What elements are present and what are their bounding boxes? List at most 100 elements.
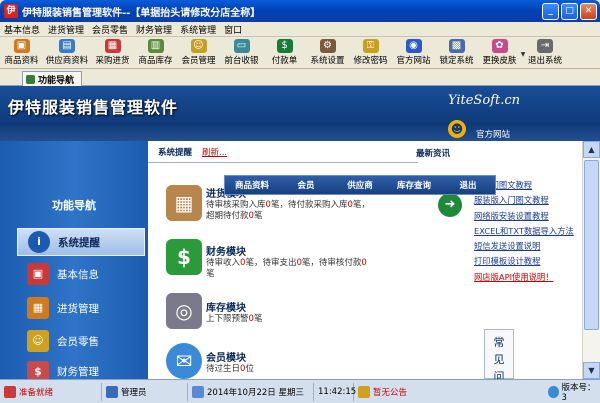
status-user: 管理员 — [102, 382, 188, 401]
toolbar-settings-button[interactable]: ⚙ 系统设置 — [306, 38, 349, 68]
box-icon: ▦ — [166, 185, 202, 221]
sidebar-item-reminder[interactable]: i 系统提醒 — [17, 228, 145, 256]
toolbar-skin-button[interactable]: ✿ 更换皮肤 — [478, 38, 521, 68]
refresh-link[interactable]: 刷新... — [202, 146, 227, 158]
official-site-link[interactable]: 官方网站 — [476, 128, 510, 140]
purchase-icon: ▦ — [104, 39, 121, 53]
title-bar: 伊 伊特服装销售管理软件--【单据抬头请修改分店全称】 _ □ ✕ — [0, 0, 600, 22]
box-icon: ▦ — [27, 297, 49, 319]
vertical-scrollbar[interactable]: ▲ ▼ — [582, 141, 600, 379]
module-finance: 财务模块 待审收入0笔，待审支出0笔，待审核付款0 笔 — [206, 243, 367, 280]
menu-window[interactable]: 窗口 — [220, 23, 246, 36]
close-button[interactable]: ✕ — [580, 3, 597, 20]
sidebar-item-purchase[interactable]: ▦ 进货管理 — [17, 294, 145, 322]
minimize-button[interactable]: _ — [542, 3, 559, 20]
toolbar-website-button[interactable]: ◉ 官方网站 — [392, 38, 435, 68]
scroll-thumb[interactable] — [584, 160, 599, 330]
sidebar-item-basic-info[interactable]: ▣ 基本信息 — [17, 260, 145, 288]
skin-icon: ✿ — [491, 39, 508, 53]
toolbar-inventory-button[interactable]: ▥ 商品库存 — [134, 38, 177, 68]
reminder-title: 系统提醒 — [158, 147, 193, 158]
sidebar: 功能导航 i 系统提醒 ▣ 基本信息 ▦ 进货管理 ☺ 会员零售 $ 财务管理 — [0, 141, 148, 379]
toolbar-supplier-button[interactable]: ▤ 供应商资料 — [43, 38, 91, 68]
window-title: 伊特服装销售管理软件--【单据抬头请修改分店全称】 — [22, 7, 261, 19]
toolbar: ▣ 商品资料 ▤ 供应商资料 ▦ 采购进货 ▥ 商品库存 ☺ 会员管理 ▭ 前台收银 $ 付款… — [0, 37, 600, 69]
supplier-icon: ▤ — [59, 39, 75, 53]
menu-member-retail[interactable]: 会员零售 — [88, 23, 132, 36]
toolbar-lock-button[interactable]: ▩ 锁定系统 — [435, 38, 478, 68]
status-ready: 准备就绪 — [0, 382, 102, 401]
sidebar-header: 功能导航 — [52, 199, 96, 212]
floating-menu: 商品资料 会员 供应商 库存查询 退出 — [224, 175, 496, 195]
main-content: 系统提醒 刷新... 最新资讯 ▦ 进货模块 待审核采购入库0笔，待付款采购入库… — [148, 141, 600, 383]
toolbar-purchase-button[interactable]: ▦ 采购进货 — [91, 38, 134, 68]
banner-brand: YiteSoft.cn — [448, 93, 520, 108]
status-date: 2014年10月22日 星期三 — [188, 382, 314, 401]
status-time: 11:42:15 — [314, 382, 356, 401]
product-icon: ▣ — [13, 39, 30, 53]
settings-icon: ⚙ — [319, 39, 336, 53]
money-icon: $ — [166, 239, 202, 275]
faq-box[interactable]: 常见问 — [484, 329, 514, 383]
status-version: 版本号：3 — [544, 383, 600, 403]
database-icon: ◎ — [166, 293, 202, 329]
module-line: 待审收入0笔，待审支出0笔，待审核付款0 — [206, 258, 367, 268]
status-notice: 暂无公告 — [354, 383, 544, 401]
calendar-icon — [192, 385, 204, 398]
notice-icon — [358, 385, 370, 398]
toolbar-password-button[interactable]: ⚿ 修改密码 — [349, 38, 392, 68]
scroll-up-button[interactable]: ▲ — [583, 141, 600, 158]
float-stock-query-button[interactable]: 库存查询 — [387, 179, 441, 191]
status-icon — [4, 385, 16, 398]
info-icon: i — [28, 231, 50, 253]
banner-logo: 伊特服装销售管理软件 — [8, 98, 179, 117]
tab-function-nav[interactable]: 功能导航 — [22, 71, 82, 86]
finance-icon: $ — [27, 361, 49, 379]
app-icon: 伊 — [4, 4, 18, 18]
payment-icon: $ — [276, 39, 293, 53]
float-product-button[interactable]: 商品资料 — [225, 179, 279, 191]
scroll-down-button[interactable]: ▼ — [583, 362, 600, 379]
float-supplier-button[interactable]: 供应商 — [333, 179, 387, 191]
cashier-icon: ▭ — [233, 39, 250, 53]
module-line: 超期待付款0笔 — [206, 211, 263, 221]
float-exit-button[interactable]: 退出 — [441, 179, 495, 191]
exit-icon: ⇥ — [537, 39, 553, 53]
module-line: 笔 — [206, 269, 215, 279]
menu-basic-info[interactable]: 基本信息 — [0, 23, 44, 36]
news-arrow-icon: ➜ — [438, 193, 462, 217]
member-icon: ☺ — [27, 330, 49, 352]
sidebar-item-member-retail[interactable]: ☺ 会员零售 — [17, 327, 145, 355]
password-icon: ⚿ — [362, 39, 379, 53]
module-title: 会员模块 — [206, 353, 246, 364]
menu-finance[interactable]: 财务管理 — [132, 23, 176, 36]
float-member-button[interactable]: 会员 — [279, 179, 333, 191]
module-line: 待过生日0位 — [206, 364, 254, 374]
module-title: 库存模块 — [206, 303, 246, 314]
module-title: 财务模块 — [206, 247, 246, 258]
toolbar-member-button[interactable]: ☺ 会员管理 — [177, 38, 220, 68]
toolbar-payment-button[interactable]: $ 付款单 — [263, 38, 306, 68]
tab-icon — [26, 74, 35, 84]
toolbar-cashier-button[interactable]: ▭ 前台收银 — [220, 38, 263, 68]
cubes-icon: ▣ — [27, 263, 49, 285]
module-line: 待审核采购入库0笔，待付款采购入库0笔， — [206, 200, 370, 210]
module-line: 上下限预警0笔 — [206, 314, 263, 324]
menu-purchase[interactable]: 进货管理 — [44, 23, 88, 36]
version-icon — [548, 385, 559, 398]
module-inventory: 库存模块 上下限预警0笔 — [206, 299, 262, 325]
website-icon: ◉ — [405, 39, 422, 53]
menu-system[interactable]: 系统管理 — [176, 23, 220, 36]
runner-icon[interactable]: ☻ — [448, 120, 466, 138]
lock-icon: ▩ — [448, 39, 465, 53]
toolbar-exit-button[interactable]: ⇥ 退出系统 — [525, 38, 565, 68]
tab-strip: 功能导航 — [0, 69, 600, 86]
user-icon — [106, 385, 118, 398]
maximize-button[interactable]: □ — [561, 3, 578, 20]
inventory-icon: ▥ — [147, 39, 164, 53]
reminder-header: 系统提醒 刷新... — [148, 141, 418, 163]
news-title: 最新资讯 — [416, 149, 451, 159]
sidebar-item-finance[interactable]: $ 财务管理 — [17, 361, 145, 379]
toolbar-product-button[interactable]: ▣ 商品资料 — [0, 38, 43, 68]
chat-icon: ✉ — [166, 343, 202, 379]
